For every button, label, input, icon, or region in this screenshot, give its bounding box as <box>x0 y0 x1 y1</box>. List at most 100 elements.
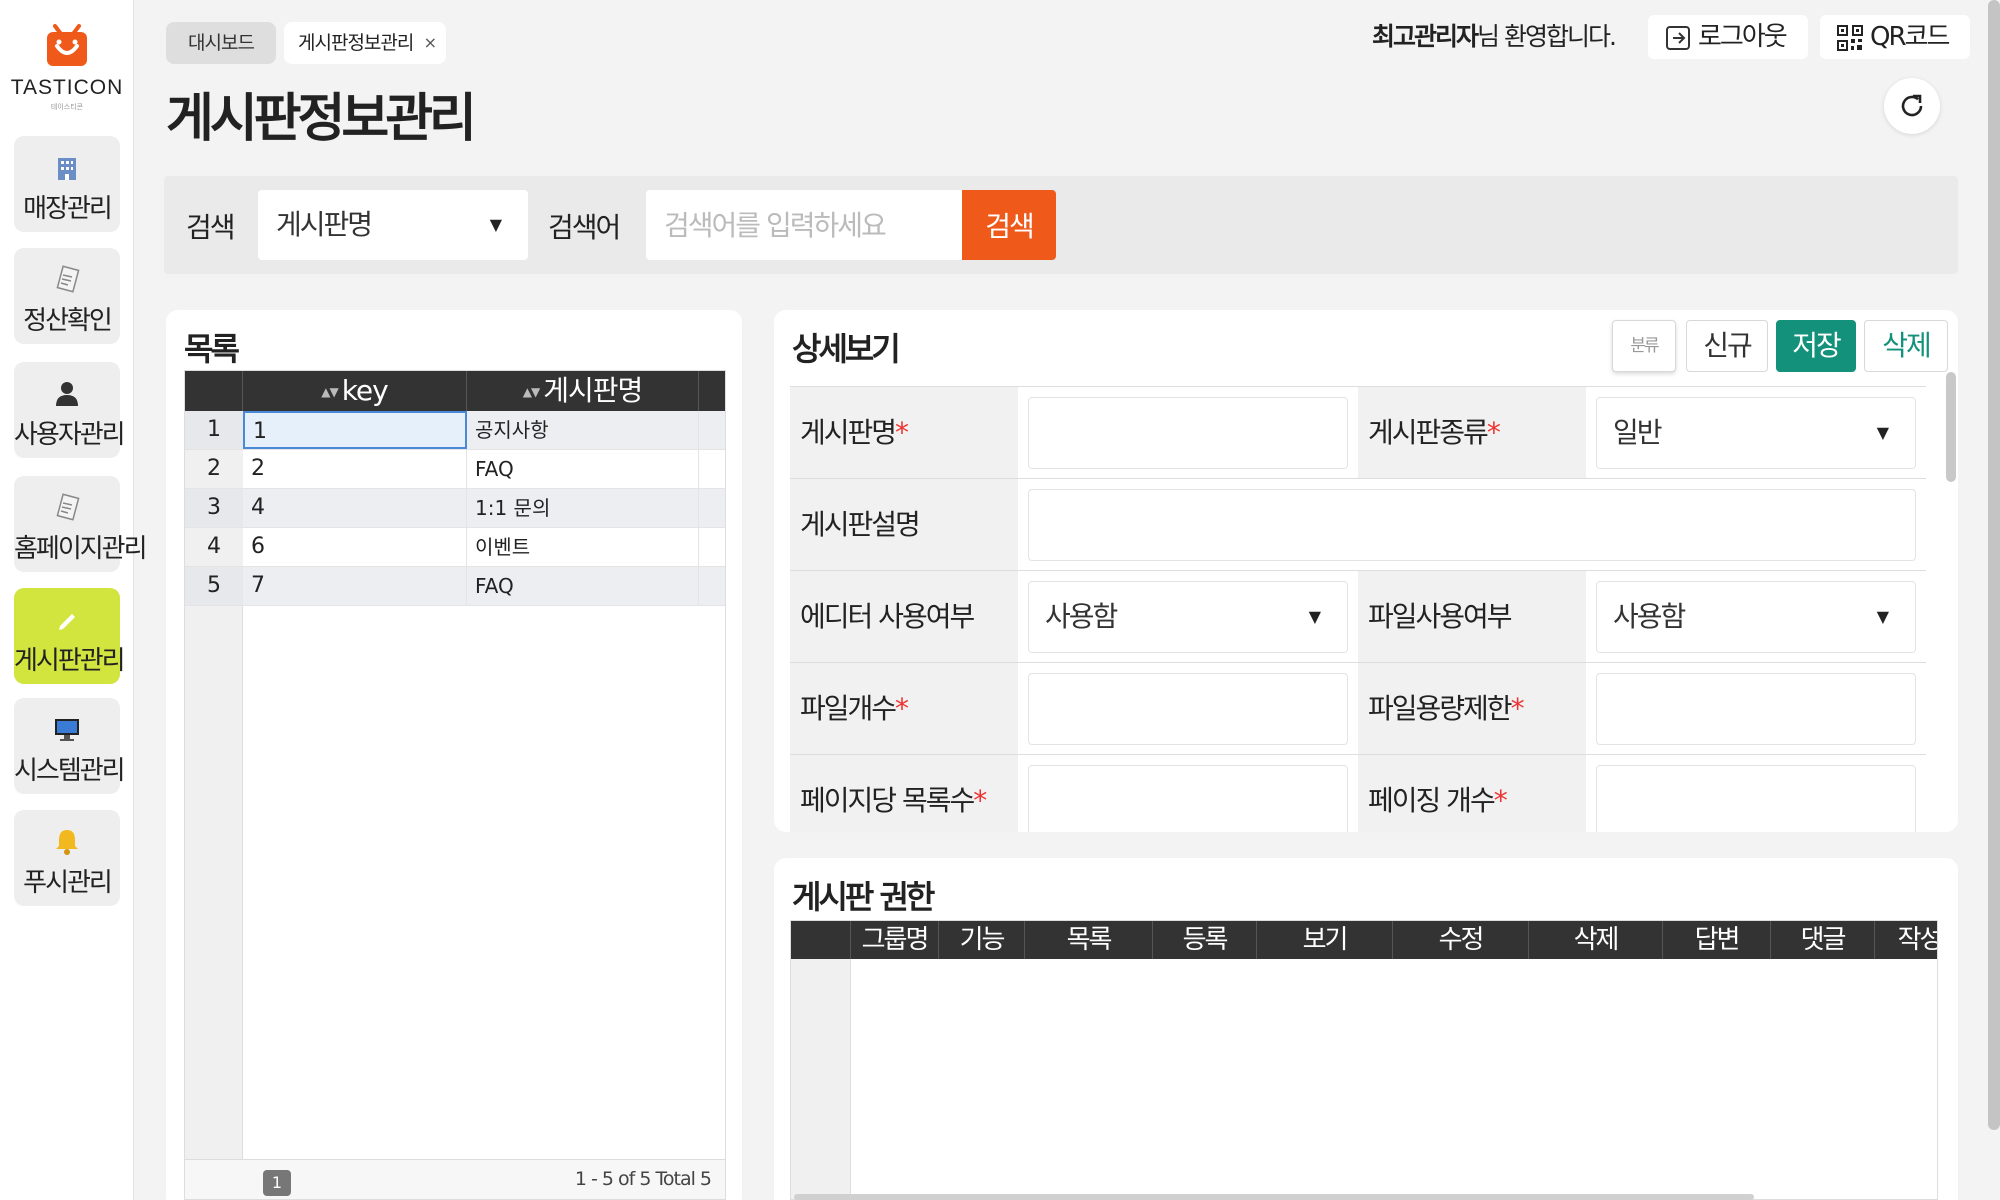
field-label-paging-count: 페이징 개수* <box>1358 755 1586 832</box>
qr-button[interactable]: QR코드 <box>1820 15 1970 59</box>
table-row[interactable]: 3 4 1:1 문의 <box>185 489 725 528</box>
sidebar-item-board[interactable]: 게시판관리 <box>14 588 126 684</box>
column-header-board-name[interactable]: ▲▼ 게시판명 <box>467 371 699 411</box>
sidebar-item-label: 매장관리 <box>23 194 113 224</box>
list-grid-header: ▲▼ key ▲▼ 게시판명 <box>185 371 725 411</box>
sidebar-item-settlement[interactable]: 정산확인 <box>14 248 120 344</box>
column-header-edit[interactable]: 수정 <box>1393 921 1529 959</box>
refresh-button[interactable] <box>1884 78 1940 134</box>
page-scrollbar[interactable] <box>1988 0 2000 1130</box>
sidebar-item-system[interactable]: 시스템관리 <box>14 698 126 794</box>
file-size-limit-input[interactable] <box>1596 673 1916 745</box>
sidebar-item-homepage[interactable]: 홈페이지관리 <box>14 476 148 572</box>
table-row[interactable]: 4 6 이벤트 <box>185 528 725 567</box>
list-grid: ▲▼ key ▲▼ 게시판명 1 1 공지사항 2 2 FAQ 3 4 1:1 문의… <box>184 370 726 1200</box>
brand-name: TASTICON <box>10 76 124 99</box>
list-panel: 목록 ▲▼ key ▲▼ 게시판명 1 1 공지사항 2 2 FAQ 3 4 1:1… <box>166 310 742 1200</box>
detail-scrollbar[interactable] <box>1946 372 1956 482</box>
receipt-icon <box>14 264 120 298</box>
row-number: 1 <box>185 411 243 449</box>
paging-count-input[interactable] <box>1596 765 1916 832</box>
welcome-suffix: 님 환영합니다. <box>1477 22 1617 51</box>
page-button[interactable]: 1 <box>263 1170 291 1196</box>
search-bar: 검색 게시판명 ▼ 검색어 검색 <box>164 176 1958 274</box>
keyword-label: 검색어 <box>548 211 621 244</box>
chevron-down-icon: ▼ <box>1876 423 1889 442</box>
sidebar-item-store[interactable]: 매장관리 <box>14 136 120 232</box>
sidebar-item-label: 사용자관리 <box>14 420 126 450</box>
search-input[interactable] <box>646 190 962 260</box>
column-header-reply[interactable]: 답변 <box>1663 921 1771 959</box>
cell-key[interactable]: 2 <box>243 450 467 488</box>
column-header-write[interactable]: 작성 <box>1875 921 1937 959</box>
brand-logo[interactable]: TASTICON 테이스티콘 <box>0 20 134 112</box>
logout-label: 로그아웃 <box>1698 22 1788 52</box>
column-header-list[interactable]: 목록 <box>1025 921 1153 959</box>
tab-dashboard[interactable]: 대시보드 <box>166 22 276 64</box>
delete-button[interactable]: 삭제 <box>1864 320 1948 372</box>
qr-code-icon <box>1837 25 1863 51</box>
form-row: 페이지당 목록수* 페이징 개수* <box>790 755 1926 832</box>
file-use-select[interactable]: 사용함 ▼ <box>1596 581 1916 653</box>
permissions-hscrollbar[interactable] <box>794 1194 1754 1200</box>
per-page-input[interactable] <box>1028 765 1348 832</box>
required-mark: * <box>1493 784 1508 817</box>
column-header-key[interactable]: ▲▼ key <box>243 371 467 411</box>
search-field-select[interactable]: 게시판명 ▼ <box>258 190 528 260</box>
row-number: 4 <box>185 528 243 566</box>
form-row: 파일개수* 파일용량제한* <box>790 663 1926 755</box>
list-pagination: 1 1 - 5 of 5 Total 5 <box>185 1159 725 1199</box>
table-row[interactable]: 5 7 FAQ <box>185 567 725 606</box>
required-mark: * <box>973 784 987 817</box>
new-button[interactable]: 신규 <box>1686 320 1768 372</box>
required-mark: * <box>895 416 909 449</box>
board-desc-input[interactable] <box>1028 489 1916 561</box>
cell-board-name[interactable]: FAQ <box>467 450 699 488</box>
cell-key[interactable]: 1 <box>243 411 467 449</box>
cell-board-name[interactable]: 이벤트 <box>467 528 699 566</box>
column-header-function[interactable]: 기능 <box>939 921 1025 959</box>
column-header-comment[interactable]: 댓글 <box>1771 921 1875 959</box>
tab-label: 대시보드 <box>188 32 255 54</box>
required-mark: * <box>1486 416 1501 449</box>
tab-board-info[interactable]: 게시판정보관리 × <box>284 22 446 64</box>
building-icon <box>14 152 120 186</box>
sidebar-item-push[interactable]: 푸시관리 <box>14 810 120 906</box>
sidebar: TASTICON 테이스티콘 매장관리 정산확인 사용자관리 홈페이지관리 게시… <box>0 0 148 1200</box>
field-label-editor-use: 에디터 사용여부 <box>790 571 1018 662</box>
qr-label: QR코드 <box>1870 22 1950 52</box>
cell-key[interactable]: 6 <box>243 528 467 566</box>
sidebar-item-users[interactable]: 사용자관리 <box>14 362 126 458</box>
column-header-group[interactable]: 그룹명 <box>851 921 939 959</box>
row-number-column <box>791 959 851 1199</box>
editor-use-select[interactable]: 사용함 ▼ <box>1028 581 1348 653</box>
search-button[interactable]: 검색 <box>962 190 1056 260</box>
save-button[interactable]: 저장 <box>1776 320 1856 372</box>
table-row[interactable]: 2 2 FAQ <box>185 450 725 489</box>
column-header-delete[interactable]: 삭제 <box>1529 921 1663 959</box>
cell-board-name[interactable]: 공지사항 <box>467 411 699 449</box>
row-number: 2 <box>185 450 243 488</box>
sidebar-item-label: 게시판관리 <box>14 646 126 676</box>
close-icon[interactable]: × <box>424 22 437 64</box>
field-label-board-name: 게시판명* <box>790 387 1018 478</box>
column-header-view[interactable]: 보기 <box>1257 921 1393 959</box>
row-number: 3 <box>185 489 243 527</box>
category-button[interactable]: 분류 <box>1612 320 1676 372</box>
permissions-panel: 게시판 권한 그룹명 기능 목록 등록 보기 수정 삭제 답변 댓글 작성 <box>774 858 1958 1200</box>
logout-button[interactable]: 로그아웃 <box>1648 15 1808 59</box>
chevron-down-icon: ▼ <box>489 215 502 234</box>
column-header-register[interactable]: 등록 <box>1153 921 1257 959</box>
file-count-input[interactable] <box>1028 673 1348 745</box>
table-row[interactable]: 1 1 공지사항 <box>185 411 725 450</box>
cell-board-name[interactable]: 1:1 문의 <box>467 489 699 527</box>
brand-logo-icon <box>47 24 87 66</box>
pencil-icon <box>14 604 120 638</box>
sidebar-item-label: 시스템관리 <box>14 756 126 786</box>
cell-key[interactable]: 4 <box>243 489 467 527</box>
cell-board-name[interactable]: FAQ <box>467 567 699 605</box>
cell-key[interactable]: 7 <box>243 567 467 605</box>
board-name-input[interactable] <box>1028 397 1348 469</box>
field-label-file-use: 파일사용여부 <box>1358 571 1586 662</box>
board-type-select[interactable]: 일반 ▼ <box>1596 397 1916 469</box>
